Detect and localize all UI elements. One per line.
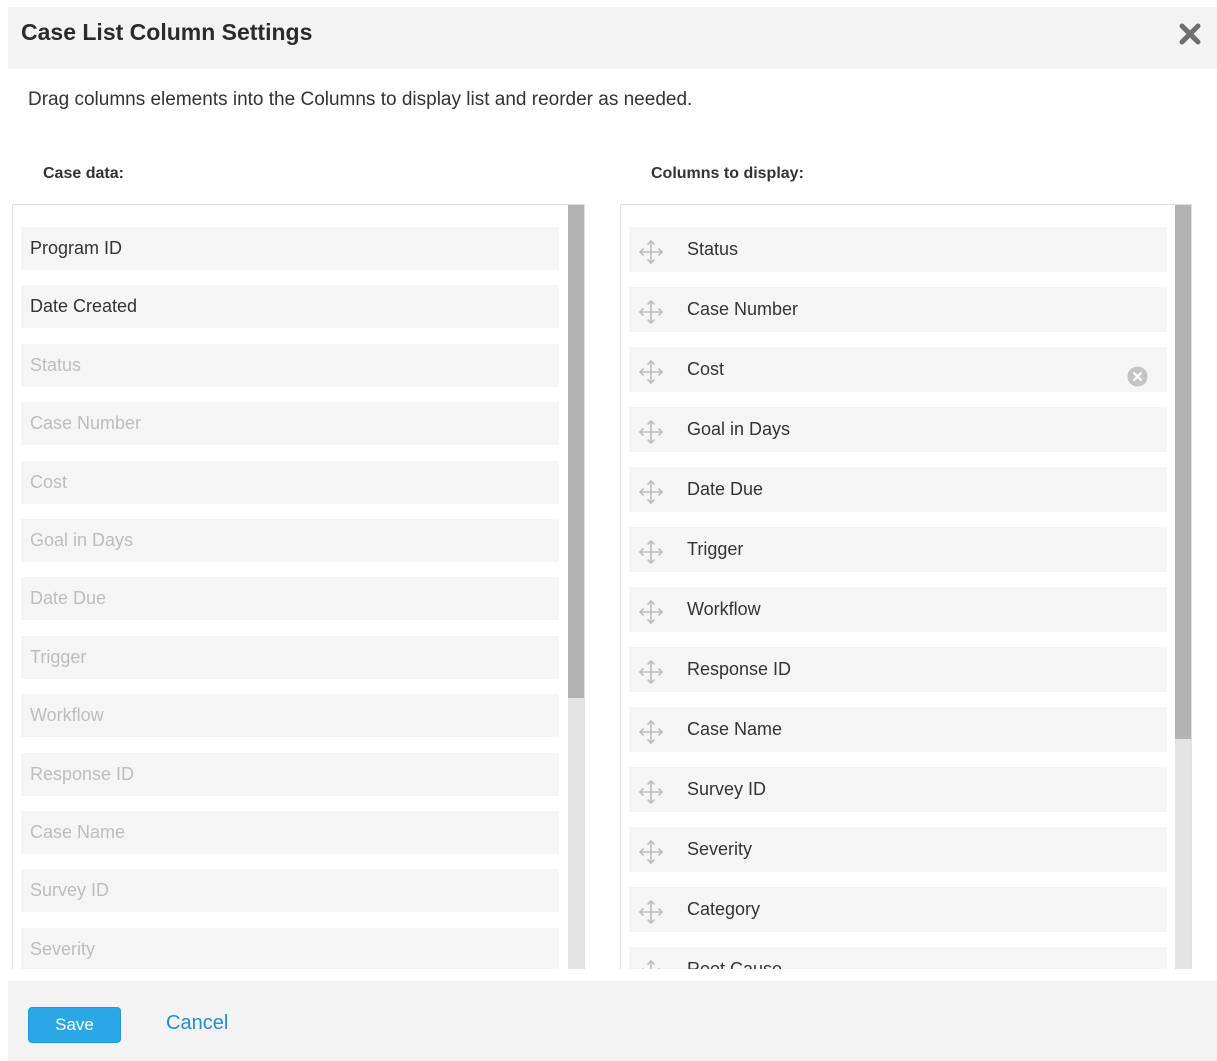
case-data-item: Response ID	[21, 752, 559, 796]
close-icon	[1179, 23, 1201, 45]
drag-handle-icon[interactable]	[638, 297, 664, 325]
column-item[interactable]: Category	[629, 887, 1167, 932]
case-data-item: Trigger	[21, 635, 559, 679]
case-data-item: Survey ID	[21, 869, 559, 913]
column-item-label: Case Name	[687, 719, 783, 739]
column-item[interactable]: Trigger	[629, 527, 1167, 572]
drag-handle-icon[interactable]	[638, 837, 664, 865]
column-item[interactable]: Goal in Days	[629, 407, 1167, 452]
case-data-item[interactable]: Program ID	[21, 227, 559, 270]
drag-handle-icon[interactable]	[638, 957, 664, 969]
column-item-label: Trigger	[687, 539, 744, 559]
column-item[interactable]: Survey ID	[629, 767, 1167, 812]
case-data-item: Case Name	[21, 810, 559, 854]
column-item[interactable]: Severity	[629, 827, 1167, 872]
case-data-item: Cost	[21, 460, 559, 504]
column-item[interactable]: Workflow	[629, 587, 1167, 632]
case-data-item: Goal in Days	[21, 518, 559, 562]
columns-scrollbar[interactable]	[1175, 205, 1191, 969]
column-item[interactable]: Status	[629, 227, 1167, 272]
column-item-label: Cost	[687, 359, 725, 379]
column-item-label: Response ID	[687, 659, 792, 679]
drag-handle-icon[interactable]	[638, 717, 664, 745]
column-item-label: Survey ID	[687, 779, 767, 799]
column-item[interactable]: Response ID	[629, 647, 1167, 692]
case-data-item: Case Number	[21, 402, 559, 446]
column-item-label: Workflow	[687, 599, 761, 619]
drag-handle-icon[interactable]	[638, 537, 664, 565]
column-item[interactable]: Case Number	[629, 287, 1167, 332]
column-item[interactable]: Case Name	[629, 707, 1167, 752]
drag-handle-icon[interactable]	[638, 597, 664, 625]
drag-handle-icon[interactable]	[638, 417, 664, 445]
columns-to-display-panel: Status Case Number Cost Goal in Days Date Du…	[620, 204, 1192, 969]
case-data-list: Program ID Date Created Status Case Number C…	[21, 227, 559, 969]
drag-handle-icon[interactable]	[638, 357, 664, 385]
save-button[interactable]: Save	[28, 1007, 121, 1043]
case-data-label: Case data:	[43, 165, 124, 182]
drag-handle-icon[interactable]	[638, 477, 664, 505]
cancel-link[interactable]: Cancel	[166, 1012, 228, 1035]
remove-column-icon[interactable]	[1127, 359, 1148, 387]
column-item-label: Category	[687, 899, 761, 919]
columns-to-display-list: Status Case Number Cost Goal in Days Date Du…	[629, 227, 1167, 969]
column-item-label: Date Due	[687, 479, 764, 499]
columns-scrollbar-thumb[interactable]	[1175, 205, 1191, 739]
case-data-list-panel: Program ID Date Created Status Case Number C…	[12, 204, 585, 969]
dialog-title: Case List Column Settings	[21, 19, 313, 45]
case-data-item: Workflow	[21, 694, 559, 738]
drag-handle-icon[interactable]	[638, 657, 664, 685]
column-item-label: Goal in Days	[687, 419, 791, 439]
column-item-label: Severity	[687, 839, 753, 859]
columns-to-display-label: Columns to display:	[651, 165, 804, 182]
case-data-scrollbar[interactable]	[568, 205, 584, 969]
instructions-text: Drag columns elements into the Columns t…	[28, 89, 693, 110]
case-data-item: Severity	[21, 927, 559, 969]
drag-handle-icon[interactable]	[638, 237, 664, 265]
column-item-label: Root Cause	[687, 959, 783, 969]
column-item[interactable]: Root Cause	[629, 947, 1167, 969]
column-item[interactable]: Date Due	[629, 467, 1167, 512]
close-button[interactable]	[1177, 21, 1203, 47]
drag-handle-icon[interactable]	[638, 897, 664, 925]
case-data-item: Status	[21, 343, 559, 387]
dialog-header: Case List Column Settings	[8, 7, 1217, 69]
column-item[interactable]: Cost	[629, 347, 1167, 392]
case-data-item[interactable]: Date Created	[21, 285, 559, 329]
case-data-item: Date Due	[21, 577, 559, 621]
drag-handle-icon[interactable]	[638, 777, 664, 805]
case-data-scrollbar-thumb[interactable]	[568, 205, 584, 698]
column-item-label: Status	[687, 239, 739, 259]
column-item-label: Case Number	[687, 299, 799, 319]
dialog-footer: Save Cancel	[8, 981, 1217, 1061]
